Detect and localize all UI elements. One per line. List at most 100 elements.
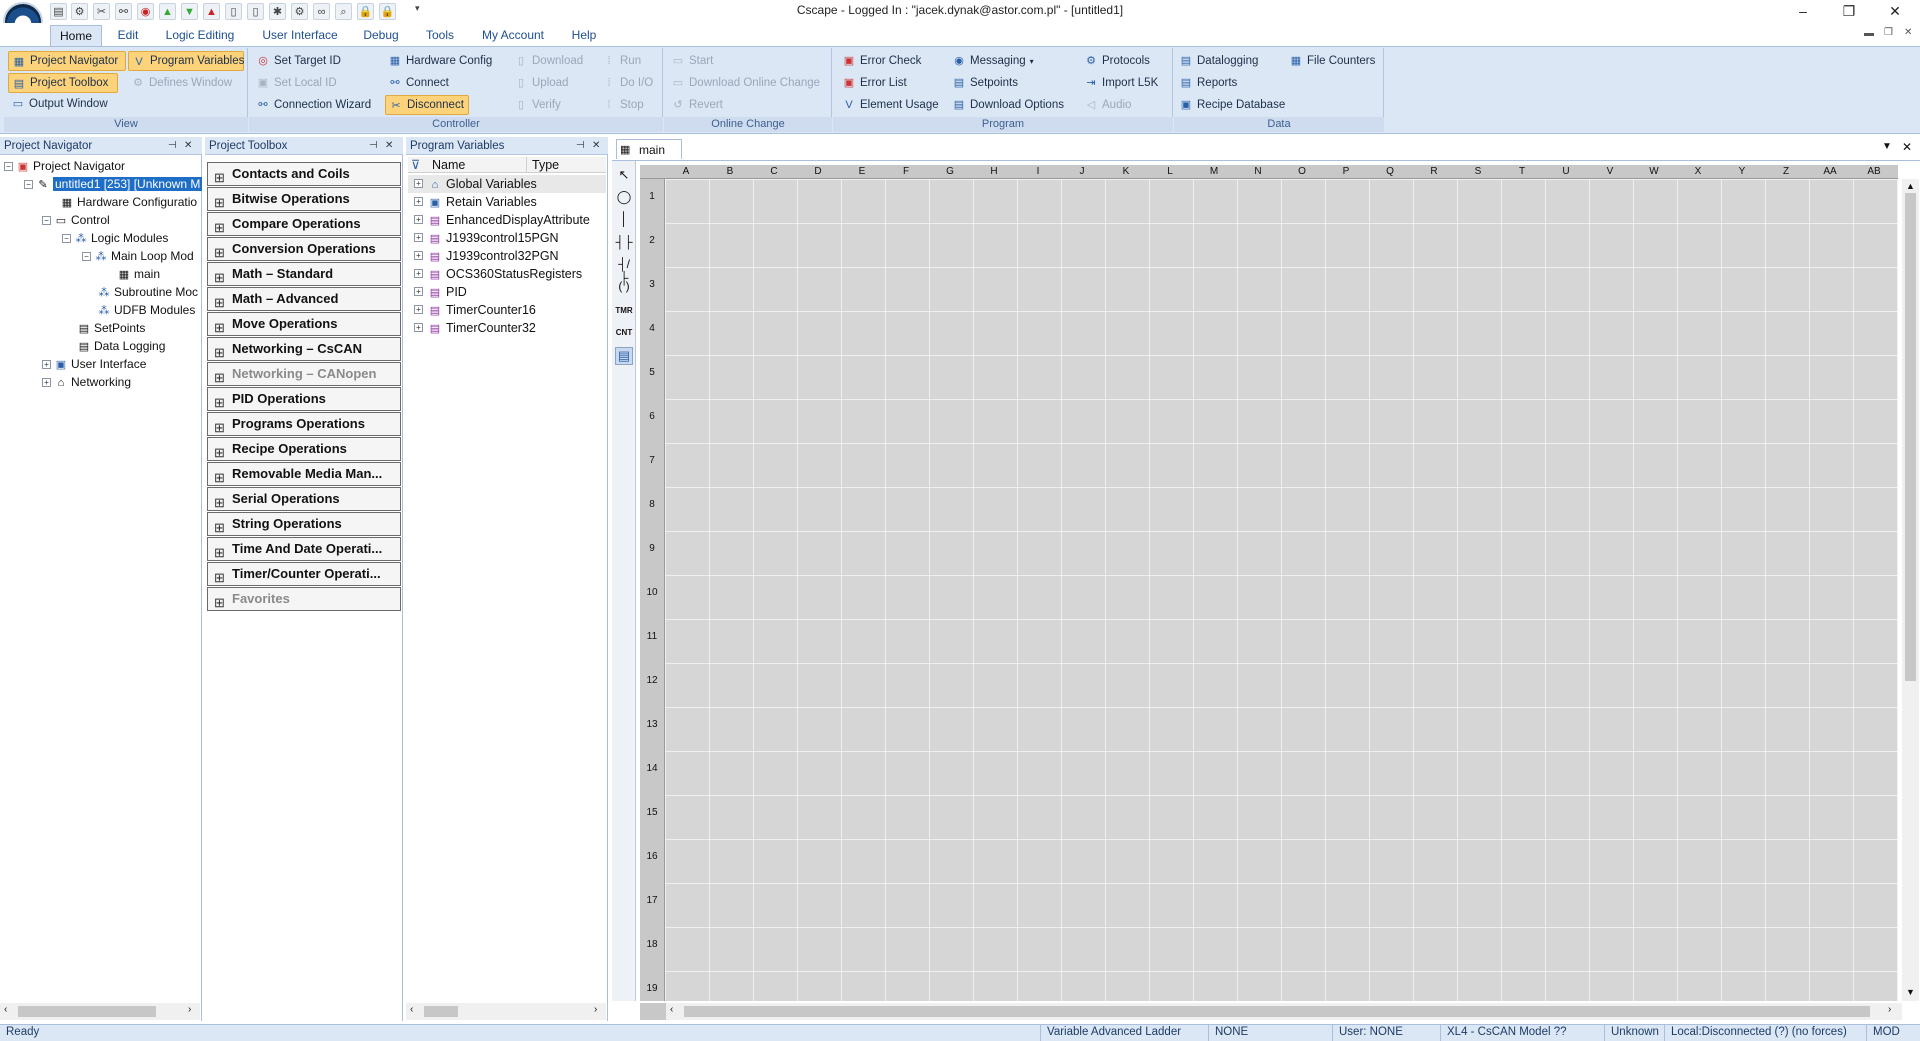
lasso-icon[interactable]: ◯ — [615, 189, 633, 207]
connect-button[interactable]: ⚯ Connect — [385, 73, 505, 93]
expand-icon[interactable]: + — [414, 215, 423, 224]
panel-close-icon[interactable]: ✕ — [592, 137, 600, 155]
download-options-button[interactable]: ▤ Download Options — [949, 95, 1065, 115]
pin-icon[interactable]: ⊣ — [168, 137, 177, 155]
toolbox-category[interactable]: ⊞ Programs Operations — [207, 412, 401, 436]
expand-icon[interactable]: + — [414, 251, 423, 260]
variable-row[interactable]: + ▤ OCS360StatusRegisters — [408, 265, 606, 283]
scroll-down-icon[interactable]: ▼ — [1906, 987, 1915, 997]
tab-my-account[interactable]: My Account — [476, 25, 550, 46]
toolbox-category[interactable]: ⊞ Networking – CANopen — [207, 362, 401, 386]
toolbox-category[interactable]: ⊞ Conversion Operations — [207, 237, 401, 261]
tab-help[interactable]: Help — [564, 25, 604, 46]
connect-icon[interactable]: ⚯ — [115, 3, 132, 20]
error-check-button[interactable]: ▣ Error Check — [839, 51, 939, 71]
ladder-grid[interactable] — [664, 179, 1898, 1001]
restore-button[interactable]: ❐ — [1826, 0, 1872, 22]
tab-edit[interactable]: Edit — [110, 25, 146, 46]
lock-alt-icon[interactable]: 🔒 — [379, 3, 396, 20]
toolbox-category[interactable]: ⊞ Time And Date Operati... — [207, 537, 401, 561]
scroll-up-icon[interactable]: ▲ — [1906, 181, 1915, 191]
toolbox-category[interactable]: ⊞ Math – Standard — [207, 262, 401, 286]
tree-node[interactable]: − ▭ Control — [4, 211, 200, 229]
toolbox-category[interactable]: ⊞ Recipe Operations — [207, 437, 401, 461]
toolbox-category[interactable]: ⊞ Networking – CsCAN — [207, 337, 401, 361]
expand-icon[interactable]: + — [42, 360, 51, 370]
mdi-minimize-icon[interactable]: ▬ — [1864, 28, 1874, 39]
scroll-right-icon[interactable]: › — [594, 1004, 597, 1015]
upload-icon[interactable]: ▲ — [203, 3, 220, 20]
toolbox-category[interactable]: ⊞ Compare Operations — [207, 212, 401, 236]
save-icon[interactable]: ▤ — [50, 3, 67, 20]
output-window-button[interactable]: ▭ Output Window — [8, 94, 126, 114]
variable-row[interactable]: + ▤ TimerCounter32 — [408, 319, 606, 337]
expand-icon[interactable]: + — [414, 323, 423, 332]
element-usage-button[interactable]: V Element Usage — [839, 95, 939, 115]
program-variables-button[interactable]: V Program Variables — [128, 51, 244, 71]
variable-row[interactable]: + ▤ PID — [408, 283, 606, 301]
glasses-icon[interactable]: ∞ — [313, 3, 330, 20]
start-button[interactable]: ▭ Start — [668, 51, 828, 71]
tree-node[interactable]: − ⁂ Logic Modules — [4, 229, 200, 247]
tree-node[interactable]: ▤ Data Logging — [4, 337, 200, 355]
pointer-icon[interactable]: ↖ — [615, 167, 633, 185]
toolbox-category[interactable]: ⊞ Serial Operations — [207, 487, 401, 511]
editor-vscrollbar[interactable]: ▲ ▼ — [1902, 179, 1919, 1001]
scroll-thumb[interactable] — [18, 1006, 156, 1017]
expand-icon[interactable]: + — [414, 287, 423, 296]
toolbox-category[interactable]: ⊞ Bitwise Operations — [207, 187, 401, 211]
scroll-thumb[interactable] — [684, 1006, 1870, 1017]
contact-nc-icon[interactable]: ┤/├ — [615, 257, 633, 285]
toolbox-category[interactable]: ⊞ String Operations — [207, 512, 401, 536]
connection-wizard-button[interactable]: ⚯ Connection Wizard — [253, 95, 381, 115]
variable-row[interactable]: + ▤ J1939control32PGN — [408, 247, 606, 265]
expand-icon[interactable]: + — [414, 233, 423, 242]
tree-node[interactable]: ▤ SetPoints — [4, 319, 200, 337]
tab-home[interactable]: Home — [50, 25, 102, 46]
timer-tool[interactable]: TMR — [614, 303, 634, 319]
toolbox-category[interactable]: ⊞ Move Operations — [207, 312, 401, 336]
document-copy-icon[interactable]: ▯ — [247, 3, 264, 20]
toolbox-category[interactable]: ⊞ Removable Media Man... — [207, 462, 401, 486]
download-online-change-button[interactable]: ▭ Download Online Change — [668, 73, 828, 93]
datalogging-button[interactable]: ▤ Datalogging — [1176, 51, 1286, 71]
error-list-button[interactable]: ▣ Error List — [839, 73, 939, 93]
mdi-restore-icon[interactable]: ❐ — [1884, 27, 1893, 38]
filter-icon[interactable]: ⊽ — [411, 157, 420, 173]
download-button[interactable]: ▯ Download — [511, 51, 597, 71]
tree-node[interactable]: ▦ Hardware Configuratio — [4, 193, 200, 211]
contact-no-icon[interactable]: ┤├ — [615, 235, 633, 253]
toolbox-category[interactable]: ⊞ Contacts and Coils — [207, 162, 401, 186]
tab-logic-editing[interactable]: Logic Editing — [160, 25, 240, 46]
scroll-right-icon[interactable]: › — [1888, 1004, 1891, 1015]
recipe-database-button[interactable]: ▣ Recipe Database — [1176, 95, 1296, 115]
set-local-id-button[interactable]: ▣ Set Local ID — [253, 73, 381, 93]
mdi-close-icon[interactable]: ✕ — [1904, 27, 1912, 38]
project-navigator-button[interactable]: ▦ Project Navigator — [8, 51, 126, 71]
revert-button[interactable]: ↺ Revert — [668, 95, 828, 115]
scroll-right-icon[interactable]: › — [188, 1004, 191, 1015]
tree-node[interactable]: ⁂ Subroutine Moc — [4, 283, 200, 301]
coil-icon[interactable]: ( ) — [615, 279, 633, 297]
lock-icon[interactable]: 🔒 — [357, 3, 374, 20]
tree-node[interactable]: − ⁂ Main Loop Mod — [4, 247, 200, 265]
tree-node[interactable]: + ⌂ Networking — [4, 373, 200, 391]
variable-row[interactable]: + ⌂ Global Variables — [408, 175, 606, 193]
wire-icon[interactable]: │ — [615, 211, 633, 229]
column-name[interactable]: Name — [432, 157, 465, 173]
do-io-button[interactable]: ⁞ Do I/O — [599, 73, 659, 93]
scroll-thumb[interactable] — [424, 1006, 458, 1017]
pin-icon[interactable]: ⊣ — [576, 137, 585, 155]
debug-icon[interactable]: ⚙ — [291, 3, 308, 20]
disconnect-button[interactable]: ✂ Disconnect — [385, 95, 469, 115]
expand-icon[interactable]: + — [414, 197, 423, 206]
tree-node[interactable]: + ▣ User Interface — [4, 355, 200, 373]
collapse-icon[interactable]: − — [24, 180, 33, 190]
minimize-button[interactable]: – — [1780, 0, 1826, 22]
run-button[interactable]: ⁞ Run — [599, 51, 659, 71]
tab-main[interactable]: ▦ main — [616, 139, 682, 159]
upload-button[interactable]: ▯ Upload — [511, 73, 597, 93]
disconnect-icon[interactable]: ✂ — [93, 3, 110, 20]
panel-close-icon[interactable]: ✕ — [385, 137, 393, 155]
hardware-config-button[interactable]: ▦ Hardware Config — [385, 51, 505, 71]
